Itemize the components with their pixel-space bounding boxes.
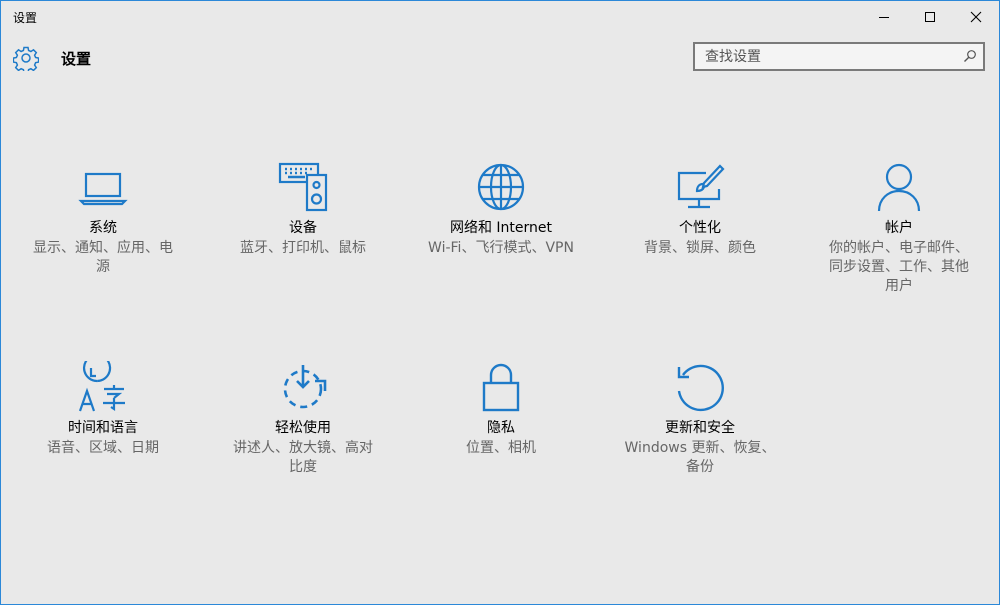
tile-network[interactable]: 网络和 Internet Wi-Fi、飞行模式、VPN [421,161,581,258]
search-box[interactable] [693,42,985,71]
tile-ease-of-access[interactable]: 轻松使用 讲述人、放大镜、高对比度 [223,361,383,477]
close-button[interactable] [953,1,999,33]
tile-description: 显示、通知、应用、电源 [33,240,173,275]
tile-description: Windows 更新、恢复、备份 [624,440,776,475]
ease-of-access-icon [277,361,329,413]
maximize-icon [925,12,935,22]
search-input[interactable] [695,44,965,69]
update-icon [674,361,726,413]
window-title: 设置 [13,11,38,25]
tile-label: 系统 [89,220,117,236]
tile-label: 网络和 Internet [449,220,553,236]
tile-description: 讲述人、放大镜、高对比度 [233,440,373,475]
tile-label: 个性化 [679,220,721,236]
tile-label: 轻松使用 [275,420,331,436]
tile-description: 你的帐户、电子邮件、同步设置、工作、其他用户 [829,240,969,294]
personalization-icon [674,161,726,213]
gear-icon [13,46,39,71]
devices-icon [277,161,329,213]
laptop-icon [77,161,129,213]
tile-personalization[interactable]: 个性化 背景、锁屏、颜色 [620,161,780,258]
tile-label: 更新和安全 [665,420,735,436]
minimize-icon [879,17,889,18]
globe-icon [475,161,527,213]
title-bar[interactable]: 设置 [1,1,999,33]
tile-system[interactable]: 系统 显示、通知、应用、电源 [23,161,183,277]
maximize-button[interactable] [907,1,953,33]
settings-window: 设置 设置 系统 显示、通知、应用、电源 [0,0,1000,605]
tile-update-security[interactable]: 更新和安全 Windows 更新、恢复、备份 [620,361,780,477]
tile-time-language[interactable]: 时间和语言 语音、区域、日期 [23,361,183,458]
tile-label: 时间和语言 [68,420,138,436]
minimize-button[interactable] [861,1,907,33]
tile-description: 语音、区域、日期 [47,440,159,456]
tile-label: 设备 [289,220,317,236]
tile-description: 蓝牙、打印机、鼠标 [240,240,366,256]
tile-description: 位置、相机 [466,440,536,456]
person-icon [873,161,925,213]
lock-icon [475,361,527,413]
tile-privacy[interactable]: 隐私 位置、相机 [421,361,581,458]
search-icon[interactable] [963,49,977,63]
close-icon [970,11,982,23]
tile-devices[interactable]: 设备 蓝牙、打印机、鼠标 [223,161,383,258]
tile-description: 背景、锁屏、颜色 [644,240,756,256]
tile-accounts[interactable]: 帐户 你的帐户、电子邮件、同步设置、工作、其他用户 [819,161,979,296]
tile-label: 帐户 [885,220,913,236]
tile-description: Wi-Fi、飞行模式、VPN [428,240,574,256]
page-title: 设置 [61,50,92,68]
tile-label: 隐私 [487,420,515,436]
time-language-icon [77,361,129,413]
